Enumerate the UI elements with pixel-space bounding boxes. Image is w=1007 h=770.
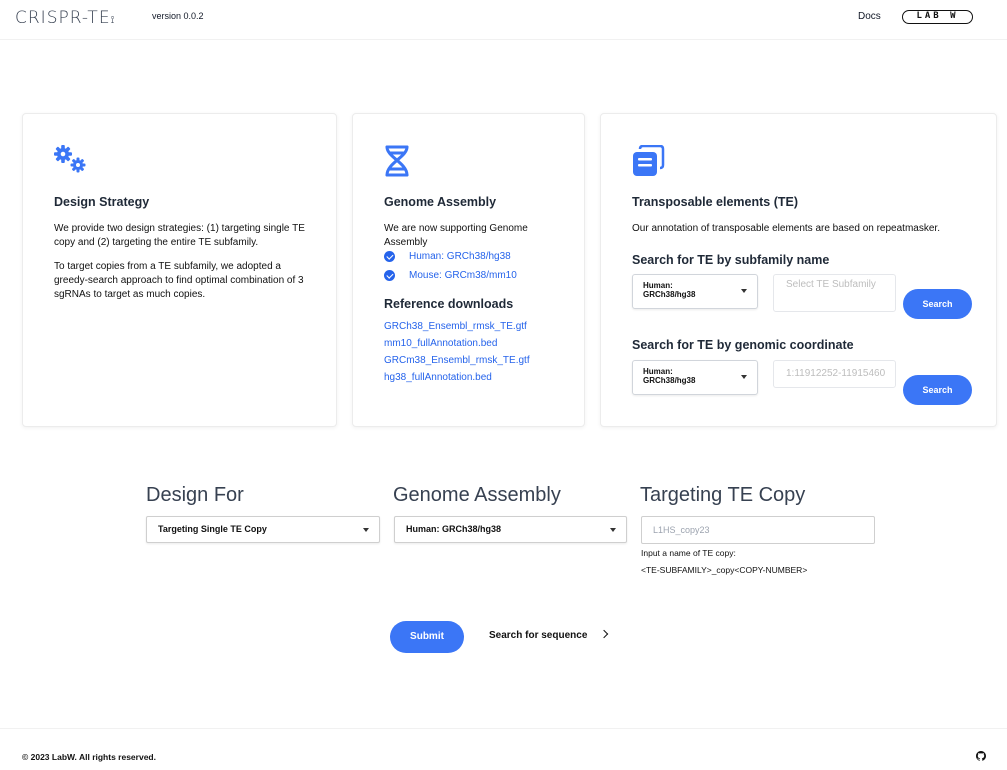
genome-assembly-card: Genome Assembly We are now supporting Ge… — [352, 113, 585, 427]
te-copy-hint: Input a name of TE copy: — [641, 548, 736, 558]
supported-assembly-label: Mouse: GRCm38/mm10 — [409, 270, 517, 281]
download-link[interactable]: GRCh38_Ensembl_rmsk_TE.gtf — [384, 321, 527, 332]
te-copy-input[interactable]: L1HS_copy23 — [641, 516, 875, 544]
chevron-down-icon — [741, 375, 747, 379]
chevron-down-icon — [610, 528, 616, 532]
transposable-elements-card: Transposable elements (TE) Our annotatio… — [600, 113, 997, 427]
coordinate-assembly-select[interactable]: Human: GRCh38/hg38 — [632, 360, 758, 395]
select-value: Human: GRCh38/hg38 — [406, 524, 502, 534]
coordinate-input[interactable]: 1:11912252-11915460 — [773, 360, 896, 388]
app-logo[interactable]: CRISPR-TE⟟ — [15, 8, 115, 28]
coordinate-search-title: Search for TE by genomic coordinate — [632, 338, 854, 352]
docs-link[interactable]: Docs — [858, 11, 881, 22]
gears-icon — [54, 145, 86, 173]
check-circle-icon — [384, 270, 395, 281]
chevron-right-icon[interactable] — [599, 629, 609, 639]
supported-assembly-mouse: Mouse: GRCm38/mm10 — [384, 270, 517, 281]
assembly-select[interactable]: Human: GRCh38/hg38 — [394, 516, 627, 543]
select-value: Human: GRCh38/hg38 — [643, 367, 696, 385]
check-circle-icon — [384, 251, 395, 262]
search-sequence-link[interactable]: Search for sequence — [489, 630, 587, 641]
subfamily-search-title: Search for TE by subfamily name — [632, 253, 830, 267]
genome-assembly-text: We are now supporting Genome Assembly — [384, 223, 528, 248]
design-strategy-card: Design Strategy We provide two design st… — [22, 113, 337, 427]
footer-divider — [0, 728, 1007, 729]
design-for-label: Design For — [146, 484, 244, 506]
design-strategy-para2: To target copies from a TE subfamily, we… — [54, 261, 304, 300]
download-link[interactable]: GRCm38_Ensembl_rmsk_TE.gtf — [384, 355, 530, 366]
top-header: CRISPR-TE⟟ version 0.0.2 Docs LAB W — [0, 0, 1007, 40]
app-logo-text: CRISPR-TE — [15, 8, 111, 28]
te-copy-label: Targeting TE Copy — [640, 484, 806, 506]
chevron-down-icon — [363, 528, 369, 532]
te-title: Transposable elements (TE) — [632, 195, 799, 209]
chevron-down-icon — [741, 289, 747, 293]
subfamily-assembly-select[interactable]: Human: GRCh38/hg38 — [632, 274, 758, 309]
reference-downloads-title: Reference downloads — [384, 297, 514, 311]
subfamily-input[interactable]: Select TE Subfamily — [773, 274, 896, 312]
te-copy-format-hint: <TE-SUBFAMILY>_copy<COPY-NUMBER> — [641, 565, 808, 575]
version-label: version 0.0.2 — [152, 11, 204, 21]
github-icon[interactable] — [976, 751, 986, 761]
download-link[interactable]: hg38_fullAnnotation.bed — [384, 372, 492, 383]
dna-icon — [385, 145, 409, 177]
design-strategy-title: Design Strategy — [54, 195, 150, 209]
copyright-text: © 2023 LabW. All rights reserved. — [22, 752, 156, 762]
supported-assembly-human: Human: GRCh38/hg38 — [384, 251, 511, 262]
design-strategy-para1: We provide two design strategies: (1) ta… — [54, 223, 305, 248]
assembly-label: Genome Assembly — [393, 484, 561, 506]
select-value: Human: GRCh38/hg38 — [643, 281, 696, 299]
submit-button[interactable]: Submit — [390, 621, 464, 653]
copy-icon — [633, 145, 665, 176]
coordinate-search-button[interactable]: Search — [903, 375, 972, 405]
genome-assembly-title: Genome Assembly — [384, 195, 497, 209]
download-link[interactable]: mm10_fullAnnotation.bed — [384, 338, 497, 349]
te-text: Our annotation of transposable elements … — [632, 223, 940, 234]
supported-assembly-label: Human: GRCh38/hg38 — [409, 251, 511, 262]
labw-logo[interactable]: LAB W — [902, 10, 973, 24]
logo-figure-icon: ⟟ — [110, 15, 116, 26]
subfamily-search-button[interactable]: Search — [903, 289, 972, 319]
design-for-select[interactable]: Targeting Single TE Copy — [146, 516, 380, 543]
select-value: Targeting Single TE Copy — [158, 524, 267, 534]
